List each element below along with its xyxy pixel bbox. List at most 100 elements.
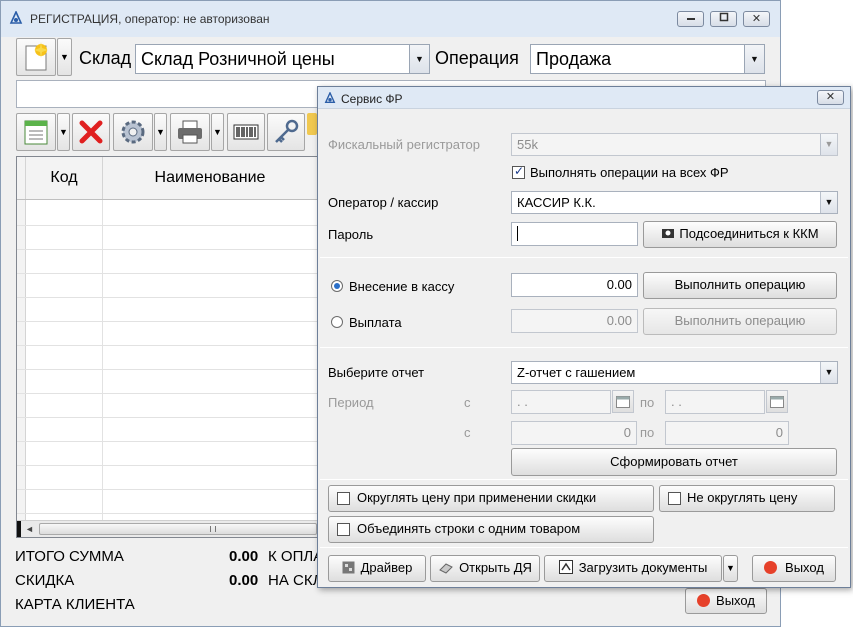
period-label: Период — [328, 395, 374, 410]
cash-drawer-icon — [439, 563, 453, 574]
deposit-radio[interactable] — [331, 280, 343, 292]
operation-select[interactable]: Продажа ▼ — [530, 44, 765, 74]
dialog-exit-button[interactable]: Выход — [752, 555, 836, 582]
payout-radio[interactable] — [331, 316, 343, 328]
main-exit-button[interactable]: Выход — [685, 588, 767, 614]
dialog-close-button[interactable]: ✕ — [817, 90, 844, 105]
table-row[interactable] — [17, 441, 317, 442]
maximize-button[interactable] — [710, 11, 737, 27]
table-row[interactable] — [17, 489, 317, 490]
row-header-strip — [17, 200, 26, 520]
form-report-button[interactable]: Сформировать отчет — [511, 448, 837, 476]
calendar-to-button[interactable] — [766, 390, 788, 413]
num-to-input[interactable]: 0 — [665, 421, 789, 445]
payout-amount-input[interactable]: 0.00 — [511, 309, 638, 333]
app-logo-icon — [9, 10, 23, 25]
column-divider — [102, 200, 103, 520]
no-round-checkbox[interactable] — [668, 492, 681, 505]
table-row[interactable] — [17, 249, 317, 250]
date-to-input[interactable]: . . — [665, 390, 765, 414]
total-sum-label: ИТОГО СУММА — [15, 548, 124, 565]
operator-select[interactable]: КАССИР К.К. ▼ — [511, 191, 838, 214]
dialog-title: Сервис ФР — [341, 92, 403, 106]
exit-icon — [697, 594, 711, 607]
main-title-bar: РЕГИСТРАЦИЯ, оператор: не авторизован ✕ — [1, 1, 780, 37]
print-button[interactable] — [170, 113, 210, 151]
table-row[interactable] — [17, 369, 317, 370]
table-row[interactable] — [17, 273, 317, 274]
new-document-button[interactable] — [16, 38, 56, 76]
deposit-amount-input[interactable]: 0.00 — [511, 273, 638, 297]
chevron-down-icon[interactable]: ▼ — [744, 45, 764, 73]
horizontal-scrollbar[interactable]: ◄ — [17, 520, 317, 537]
settings-dropdown[interactable]: ▼ — [154, 113, 167, 151]
table-row[interactable] — [17, 225, 317, 226]
exit-icon — [764, 561, 778, 574]
minimize-button[interactable] — [677, 11, 704, 27]
print-dropdown[interactable]: ▼ — [211, 113, 224, 151]
maximize-icon — [719, 12, 728, 22]
fiscal-registrar-select[interactable]: 55k ▼ — [511, 133, 838, 156]
barcode-icon — [233, 124, 259, 140]
deposit-label: Внесение в кассу — [349, 279, 455, 294]
chevron-down-icon[interactable]: ▼ — [820, 134, 837, 155]
table-row[interactable] — [17, 417, 317, 418]
merge-rows-option[interactable]: Объединять строки с одним товаром — [328, 516, 654, 543]
key-button[interactable] — [267, 113, 305, 151]
fiscal-registrar-value: 55k — [517, 137, 538, 152]
table-row[interactable] — [17, 393, 317, 394]
num-to-label: по — [640, 425, 655, 440]
load-documents-dropdown[interactable]: ▼ — [723, 555, 738, 582]
round-price-checkbox[interactable] — [337, 492, 350, 505]
items-grid[interactable]: Код Наименование ◄ — [16, 156, 318, 538]
scrollbar-thumb[interactable] — [39, 523, 317, 535]
key-icon — [275, 119, 299, 143]
load-documents-label: Загрузить документы — [578, 560, 708, 575]
date-to-label: по — [640, 395, 655, 410]
password-input[interactable] — [511, 222, 638, 246]
scroll-left-icon[interactable]: ◄ — [25, 524, 34, 534]
num-from-input[interactable]: 0 — [511, 421, 637, 445]
discount-suffix-label: НА СКЛ — [268, 572, 323, 589]
merge-rows-checkbox[interactable] — [337, 523, 350, 536]
table-row[interactable] — [17, 513, 317, 514]
table-row[interactable] — [17, 321, 317, 322]
round-price-option[interactable]: Округлять цену при применении скидки — [328, 485, 654, 512]
no-round-option[interactable]: Не округлять цену — [659, 485, 835, 512]
section-divider — [320, 257, 848, 258]
scrollbar-edge — [17, 521, 21, 537]
to-pay-label: К ОПЛА — [268, 548, 324, 565]
driver-button[interactable]: Драйвер — [328, 555, 426, 582]
settings-button[interactable] — [113, 113, 153, 151]
close-button[interactable]: ✕ — [743, 11, 770, 27]
table-row[interactable] — [17, 297, 317, 298]
load-documents-button[interactable]: Загрузить документы — [544, 555, 722, 582]
document-list-button[interactable] — [16, 113, 56, 151]
chevron-down-icon[interactable]: ▼ — [409, 45, 429, 73]
document-list-dropdown[interactable]: ▼ — [57, 113, 70, 151]
deposit-execute-button[interactable]: Выполнить операцию — [643, 272, 837, 299]
all-fr-checkbox[interactable] — [512, 164, 525, 179]
calendar-from-button[interactable] — [612, 390, 634, 413]
column-header-name[interactable]: Наименование — [103, 157, 317, 199]
column-header-code[interactable]: Код — [26, 157, 103, 199]
warehouse-select[interactable]: Склад Розничной цены ▼ — [135, 44, 430, 74]
document-list-icon — [24, 120, 48, 145]
round-price-label: Округлять цену при применении скидки — [357, 490, 597, 505]
table-row[interactable] — [17, 345, 317, 346]
new-document-dropdown[interactable]: ▼ — [57, 38, 72, 76]
date-from-label: с — [464, 395, 471, 410]
num-from-label: с — [464, 425, 471, 440]
section-divider — [320, 479, 848, 480]
payout-execute-button[interactable]: Выполнить операцию — [643, 308, 837, 335]
open-drawer-button[interactable]: Открыть ДЯ — [430, 555, 540, 582]
table-row[interactable] — [17, 465, 317, 466]
connect-kkm-button[interactable]: Подсоединиться к ККМ — [643, 221, 837, 248]
chevron-down-icon[interactable]: ▼ — [820, 362, 837, 383]
chevron-down-icon[interactable]: ▼ — [820, 192, 837, 213]
delete-button[interactable] — [72, 113, 110, 151]
report-select[interactable]: Z-отчет с гашением ▼ — [511, 361, 838, 384]
barcode-button[interactable] — [227, 113, 265, 151]
date-from-input[interactable]: . . — [511, 390, 611, 414]
close-icon: ✕ — [751, 13, 762, 25]
